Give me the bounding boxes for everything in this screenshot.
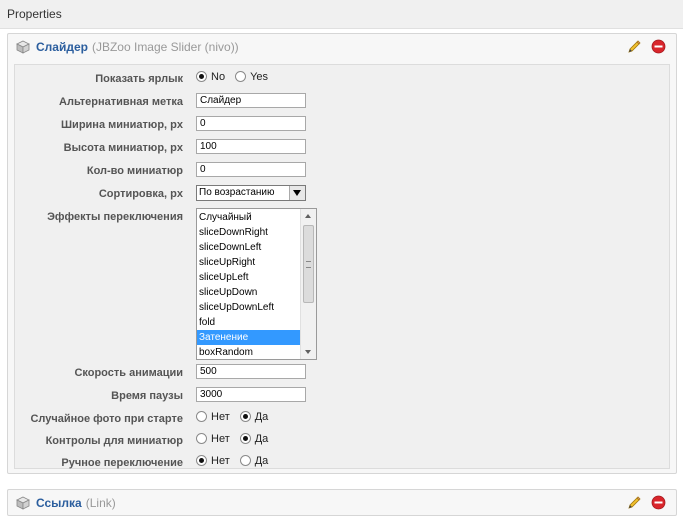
radio-label-yes: Да: [254, 433, 269, 445]
field-thumb-controls: Контролы для миниатюр Нет Да: [15, 430, 669, 452]
radio-group-thumb-controls: Нет Да: [196, 433, 278, 445]
effect-option[interactable]: Случайный: [197, 210, 301, 225]
field-thumb-height: Высота миниатюр, px: [15, 137, 669, 159]
effect-option[interactable]: sliceDownLeft: [197, 240, 301, 255]
effect-option[interactable]: sliceUpDown: [197, 285, 301, 300]
delete-icon[interactable]: [651, 39, 666, 54]
field-sorting: Сортировка, px По возрастанию: [15, 183, 669, 205]
element-type: (JBZoo Image Slider (nivo)): [91, 40, 239, 54]
effect-option[interactable]: boxRandom: [197, 345, 301, 359]
cube-icon: [16, 496, 30, 510]
field-alt-label: Альтернативная метка: [15, 91, 669, 113]
pencil-icon[interactable]: [626, 495, 642, 511]
radio-label-no: Нет: [211, 433, 230, 445]
field-label: Сортировка, px: [98, 188, 183, 200]
field-label: Контролы для миниатюр: [45, 435, 183, 447]
radio-no[interactable]: [196, 71, 207, 82]
radio-no[interactable]: [196, 455, 207, 466]
field-manual-advance: Ручное переключение Нет Да: [15, 452, 669, 474]
sorting-select[interactable]: По возрастанию: [196, 185, 306, 201]
scroll-up-icon[interactable]: [301, 209, 316, 223]
radio-yes[interactable]: [239, 411, 251, 422]
radio-label-no: No: [211, 71, 226, 83]
element-header-link[interactable]: Ссылка (Link): [8, 490, 676, 517]
radio-label-yes: Yes: [250, 71, 269, 83]
anim-speed-input[interactable]: [196, 364, 306, 379]
field-label: Ширина миниатюр, px: [61, 119, 183, 131]
pencil-icon[interactable]: [626, 39, 642, 55]
field-effects: Эффекты переключения Случайный sliceDown…: [15, 206, 669, 360]
radio-label-no: Нет: [211, 411, 230, 423]
radio-label-no: Нет: [211, 455, 230, 467]
pause-time-input[interactable]: [196, 387, 306, 402]
field-label: Ручное переключение: [61, 457, 183, 469]
properties-header: Properties: [0, 0, 683, 29]
field-label: Эффекты переключения: [47, 211, 183, 223]
field-show-label: Показать ярлык No Yes: [15, 68, 669, 90]
field-thumb-width: Ширина миниатюр, px: [15, 114, 669, 136]
field-label: Случайное фото при старте: [30, 413, 183, 425]
field-random-start: Случайное фото при старте Нет Да: [15, 408, 669, 430]
radio-no[interactable]: [196, 433, 207, 444]
scroll-down-icon[interactable]: [301, 345, 316, 359]
effects-scrollbar[interactable]: [300, 209, 316, 359]
chevron-down-icon[interactable]: [289, 186, 305, 200]
element-settings: Показать ярлык No Yes Альтернативная метк…: [14, 64, 670, 469]
element-panel-link: Ссылка (Link): [7, 489, 677, 516]
cube-icon: [16, 40, 30, 54]
element-name[interactable]: Ссылка (Link): [36, 496, 116, 510]
radio-group-manual-advance: Нет Да: [196, 455, 278, 467]
field-label: Кол-во миниатюр: [86, 165, 183, 177]
effect-option[interactable]: sliceUpRight: [197, 255, 301, 270]
field-label: Скорость анимации: [74, 367, 183, 379]
element-header-slider[interactable]: Слайдер (JBZoo Image Slider (nivo)): [8, 34, 676, 61]
effect-option[interactable]: sliceDownRight: [197, 225, 301, 240]
thumb-width-input[interactable]: [196, 116, 306, 131]
sorting-value: По возрастанию: [199, 187, 275, 198]
thumb-count-input[interactable]: [196, 162, 306, 177]
field-label: Показать ярлык: [95, 73, 183, 85]
alt-label-input[interactable]: [196, 93, 306, 108]
delete-icon[interactable]: [651, 495, 666, 510]
field-label: Время паузы: [111, 390, 183, 402]
radio-no[interactable]: [196, 411, 207, 422]
field-anim-speed: Скорость анимации: [15, 362, 669, 384]
radio-group-show-label: No Yes: [196, 71, 278, 83]
element-name[interactable]: Слайдер (JBZoo Image Slider (nivo)): [36, 40, 239, 54]
radio-yes[interactable]: [239, 455, 251, 466]
field-thumb-count: Кол-во миниатюр: [15, 160, 669, 182]
radio-group-random-start: Нет Да: [196, 411, 278, 423]
field-pause-time: Время паузы: [15, 385, 669, 407]
effect-option[interactable]: fold: [197, 315, 301, 330]
thumb-height-input[interactable]: [196, 139, 306, 154]
scrollbar-thumb[interactable]: [303, 225, 314, 303]
radio-label-yes: Да: [254, 455, 269, 467]
element-panel-slider: Слайдер (JBZoo Image Slider (nivo)) Показ…: [7, 33, 677, 474]
radio-label-yes: Да: [254, 411, 269, 423]
radio-yes[interactable]: [235, 71, 247, 82]
properties-title: Properties: [7, 7, 62, 21]
radio-yes[interactable]: [239, 433, 251, 444]
field-label: Альтернативная метка: [59, 96, 183, 108]
effect-option-selected[interactable]: Затенение: [197, 330, 301, 345]
field-label: Высота миниатюр, px: [63, 142, 183, 154]
effect-option[interactable]: sliceUpDownLeft: [197, 300, 301, 315]
effect-option[interactable]: sliceUpLeft: [197, 270, 301, 285]
effects-listbox[interactable]: Случайный sliceDownRight sliceDownLeft s…: [196, 208, 317, 360]
element-type: (Link): [85, 496, 116, 510]
